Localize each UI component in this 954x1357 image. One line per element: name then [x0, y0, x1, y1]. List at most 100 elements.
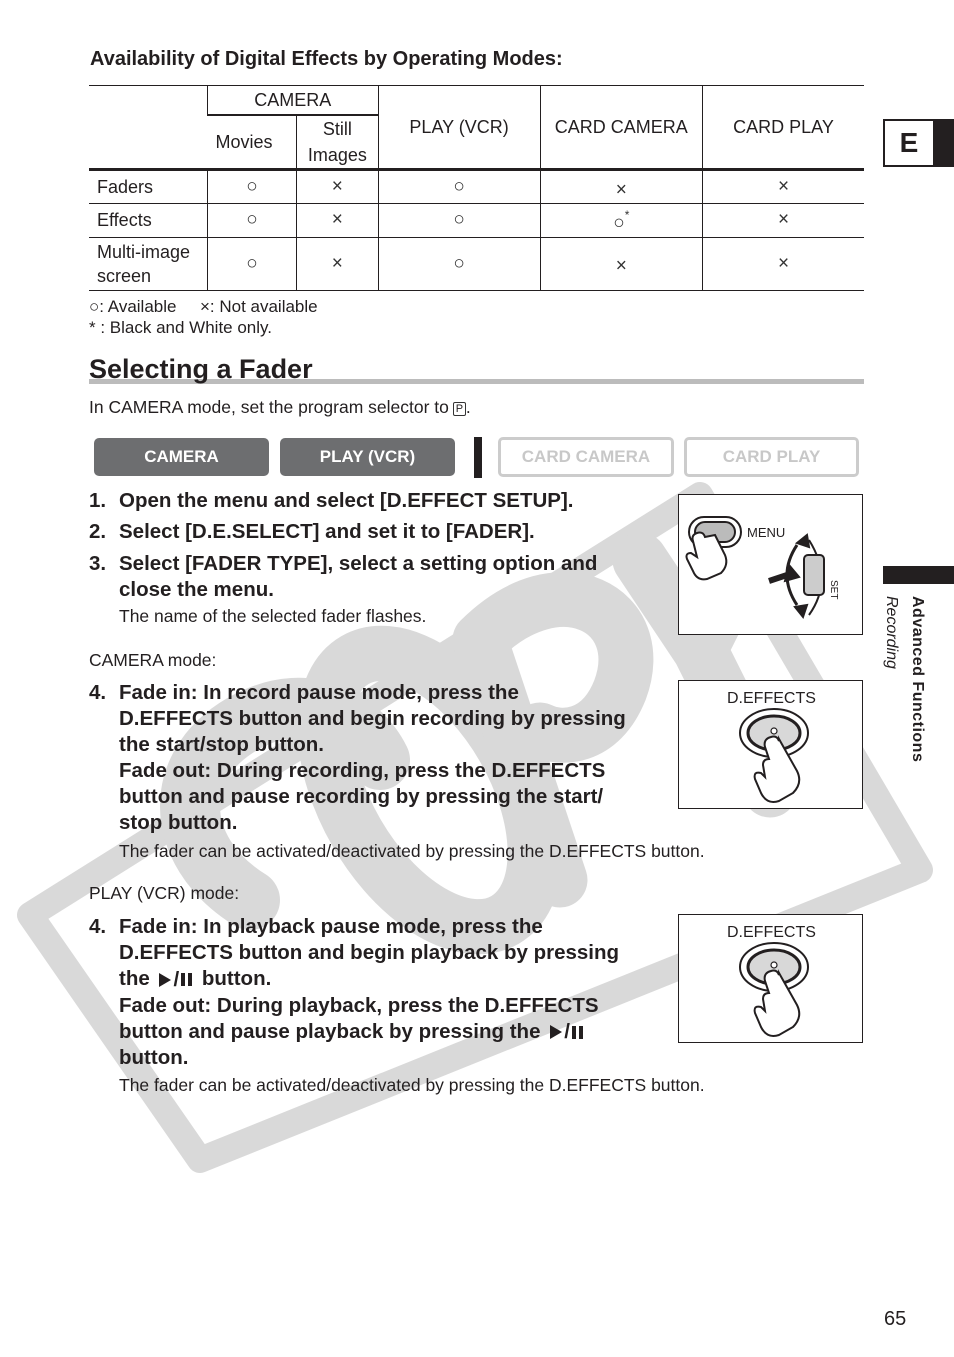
- menu-dial-illustration: MENU SET: [678, 494, 863, 635]
- program-p-icon: P: [452, 402, 466, 416]
- row-label-line1: Multi-image: [97, 241, 191, 262]
- play-vcr-mode-label: PLAY (VCR) mode:: [89, 883, 240, 903]
- table-title: Availability of Digital Effects by Opera…: [90, 48, 563, 70]
- availability-table: CAMERA PLAY (VCR) CARD CAMERA CARD PLAY …: [89, 85, 864, 291]
- step-4-play-vcr-note: The fader can be activated/deactivated b…: [119, 1075, 705, 1095]
- step-number: 2.: [89, 520, 107, 543]
- chapter-title: Advanced Functions: [909, 596, 926, 763]
- row-label-line2: screen: [97, 265, 152, 286]
- chapter-marker-bar: [883, 566, 954, 584]
- step-text-line: the / button.: [119, 966, 619, 993]
- text-fragment: the: [119, 967, 150, 990]
- row-label: Effects: [89, 203, 208, 238]
- mode-play-vcr-badge: PLAY (VCR): [280, 438, 455, 476]
- cell-play-vcr: ○: [377, 169, 541, 205]
- step-4-camera: 4. Fade in: In record pause mode, press …: [89, 680, 626, 836]
- cell-movies: ○: [206, 203, 297, 238]
- step-number: 1.: [89, 489, 107, 512]
- available-text: : Available: [99, 297, 177, 316]
- cell-symbol: ×: [615, 179, 627, 201]
- step-text-line: Fade in: In record pause mode, press the: [119, 681, 519, 704]
- language-tab-bar: [935, 119, 954, 167]
- col-header-card-camera: CARD CAMERA: [539, 85, 703, 171]
- mode-separator: [474, 437, 482, 478]
- intro-sentence: In CAMERA mode, set the program selector…: [89, 397, 449, 417]
- table-row-faders: Faders ○ × ○ × ×: [89, 169, 864, 205]
- col-header-movies: Movies: [207, 115, 297, 171]
- table-row-effects: Effects ○ × ○ ○* ×: [89, 203, 864, 238]
- step-4-camera-note: The fader can be activated/deactivated b…: [119, 841, 705, 861]
- step-1: 1. Open the menu and select [D.EFFECT SE…: [89, 488, 573, 514]
- play-pause-icon: /: [550, 1019, 583, 1045]
- step-3-note: The name of the selected fader flashes.: [119, 606, 427, 626]
- available-symbol: ○: [89, 297, 100, 316]
- cell-play-vcr: ○: [377, 203, 541, 238]
- still-line2: Images: [307, 145, 367, 165]
- cell-movies: ○: [206, 237, 297, 291]
- step-text-line: button.: [119, 1046, 189, 1070]
- cell-card-camera: ×: [539, 237, 703, 291]
- cell-still: ×: [296, 203, 379, 238]
- cell-still: ×: [296, 169, 379, 205]
- row-label: Faders: [89, 169, 208, 205]
- col-header-camera: CAMERA: [206, 85, 379, 116]
- col-header-play-vcr: PLAY (VCR): [377, 85, 541, 171]
- step-number: 4.: [89, 681, 107, 704]
- cell-note: *: [624, 208, 630, 223]
- set-label: SET: [828, 580, 839, 599]
- step-text-line: Fade out: During playback, press the D.E…: [119, 993, 599, 1017]
- chapter-tab: Advanced Functions Recording: [880, 596, 930, 796]
- corner-cell: [89, 85, 208, 171]
- step-text-line: Fade out: During recording, press the D.…: [119, 759, 606, 782]
- cell-symbol: ×: [615, 255, 627, 277]
- cell-card-play: ×: [702, 203, 864, 238]
- deffects-button-hand-icon: D.EFFECTS: [727, 690, 816, 803]
- cell-symbol: ○: [613, 212, 625, 234]
- legend-note: * : Black and White only.: [89, 318, 272, 337]
- step-text-line: D.EFFECTS button and begin playback by p…: [119, 941, 620, 964]
- deffects-button-hand-icon: D.EFFECTS: [727, 924, 816, 1037]
- cell-movies: ○: [206, 169, 297, 205]
- step-text-line: the start/stop button.: [119, 733, 324, 756]
- step-text-line: Fade in: In playback pause mode, press t…: [119, 915, 543, 938]
- step-text-line: button and pause playback by pressing th…: [119, 1019, 619, 1046]
- cell-card-camera: ×: [539, 169, 703, 205]
- deffects-illustration-camera: D.EFFECTS: [678, 680, 863, 809]
- step-text: Select [D.E.SELECT] and set it to [FADER…: [119, 520, 535, 543]
- table-legend: ○: Available ×: Not available * : Black …: [89, 296, 318, 338]
- step-text: Open the menu and select [D.EFFECT SETUP…: [119, 489, 574, 512]
- step-text-line: button and pause recording by pressing t…: [119, 785, 604, 808]
- step-number: 3.: [89, 552, 107, 575]
- step-text-line: D.EFFECTS button and begin recording by …: [119, 707, 626, 730]
- cell-card-play: ×: [702, 169, 864, 205]
- step-number: 4.: [89, 915, 107, 938]
- cell-still: ×: [296, 237, 379, 291]
- legend-line-1: ○: Available ×: Not available: [89, 296, 318, 317]
- mode-card-play-badge: CARD PLAY: [684, 437, 859, 477]
- still-line1: Still: [322, 119, 352, 139]
- deffects-illustration-play: D.EFFECTS: [678, 914, 863, 1043]
- step-4-play-vcr: 4. Fade in: In playback pause mode, pres…: [89, 914, 619, 1071]
- step-text-line1: Select [FADER TYPE], select a setting op…: [119, 552, 598, 575]
- mode-card-camera-badge: CARD CAMERA: [498, 437, 674, 477]
- cell-card-camera: ○*: [539, 203, 703, 238]
- table-row-multi-image: Multi-image screen ○ × ○ × ×: [89, 237, 864, 291]
- not-available-text: : Not available: [209, 297, 318, 316]
- mode-camera-badge: CAMERA: [94, 438, 269, 476]
- language-tab-e: E: [883, 119, 935, 167]
- page-number: 65: [884, 1308, 907, 1330]
- step-2: 2. Select [D.E.SELECT] and set it to [FA…: [89, 519, 535, 545]
- text-fragment: button.: [201, 967, 272, 990]
- cell-card-play: ×: [702, 237, 864, 291]
- intro-end: .: [465, 397, 471, 417]
- intro-text: In CAMERA mode, set the program selector…: [89, 397, 471, 418]
- menu-button-hand-icon: MENU SET: [685, 516, 839, 620]
- menu-label: MENU: [747, 525, 785, 540]
- row-label: Multi-image screen: [89, 237, 208, 291]
- deffects-label: D.EFFECTS: [727, 924, 816, 941]
- col-header-card-play: CARD PLAY: [702, 85, 864, 171]
- not-available-symbol: ×: [199, 297, 210, 316]
- step-3: 3. Select [FADER TYPE], select a setting…: [89, 551, 597, 603]
- cell-play-vcr: ○: [377, 237, 541, 291]
- deffects-label: D.EFFECTS: [727, 690, 816, 707]
